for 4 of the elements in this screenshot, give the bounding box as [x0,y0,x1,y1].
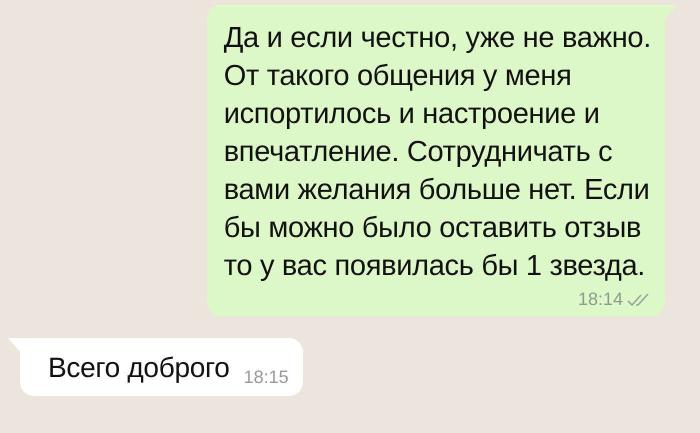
message-text: Всего доброго [48,351,230,385]
message-text: Да и если честно, уже не важно. От такого общения у меня испортилось и настроение и впечатление. Сотрудничать с вами желания больше нет. Если бы можно было оставить отзыв то у вас появилась бы 1 звезда. [224,21,651,284]
message-time: 18:15 [244,367,289,388]
message-time: 18:14 [578,289,623,310]
